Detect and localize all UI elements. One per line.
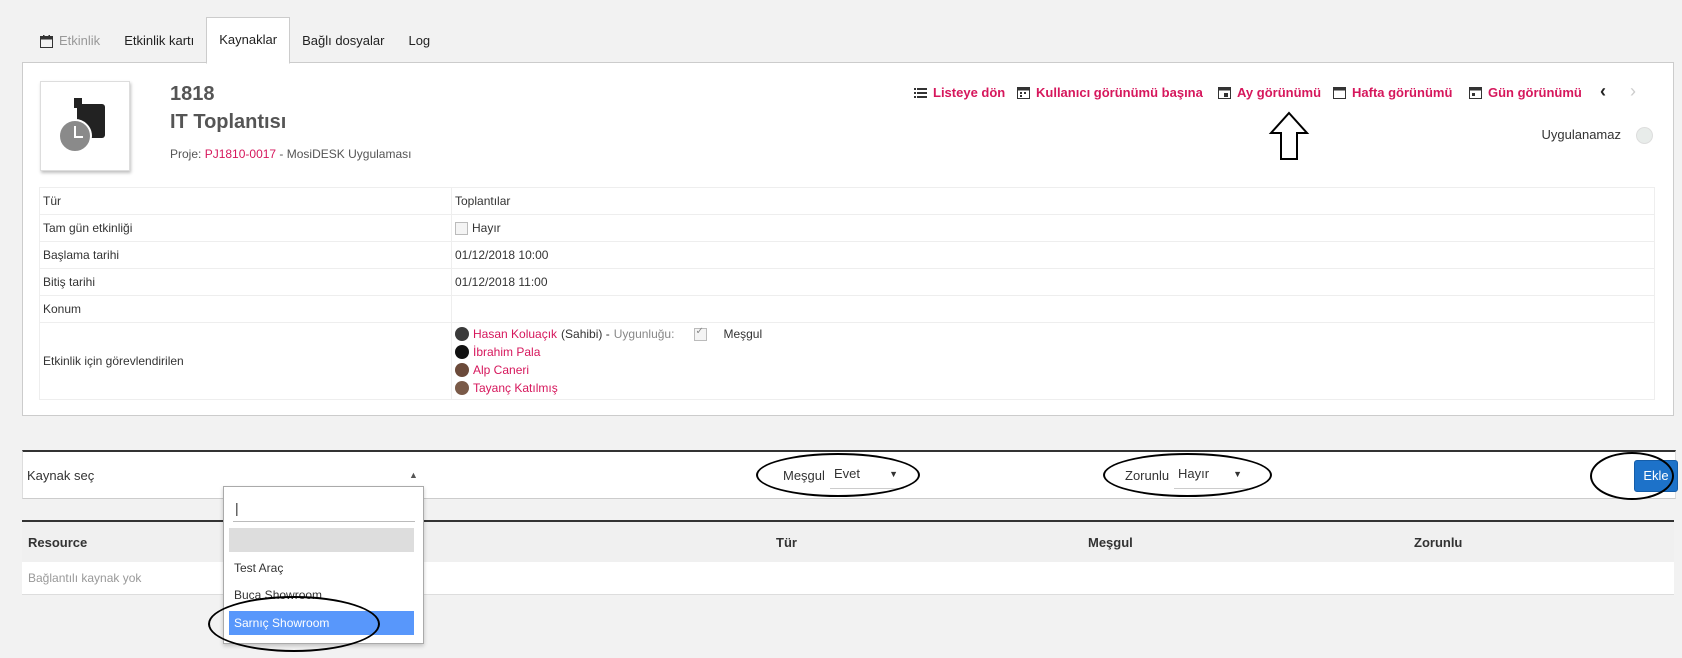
assignee-link[interactable]: Alp Caneri <box>473 363 529 377</box>
empty-message: Bağlantılı kaynak yok <box>28 571 142 585</box>
avatar <box>455 381 469 395</box>
list-view-label: Listeye dön <box>933 85 1006 100</box>
allday-value: Hayır <box>472 220 501 235</box>
start-label: Başlama tarihi <box>39 241 452 269</box>
busy-checkbox <box>694 326 708 341</box>
type-label: Tür <box>39 187 452 215</box>
week-view-button[interactable]: Hafta görünümü <box>1333 85 1452 100</box>
month-view-button[interactable]: Ay görünümü <box>1218 85 1321 100</box>
allday-cell: Hayır <box>451 214 1655 242</box>
calendar-icon <box>1469 87 1482 99</box>
busy-select[interactable]: Evet ▼ <box>830 460 904 489</box>
project-name: MosiDESK Uygulaması <box>286 147 412 161</box>
detail-row-location: Konum <box>39 295 1655 323</box>
tab-kaynaklar[interactable]: Kaynaklar <box>206 17 291 64</box>
start-value: 01/12/2018 10:00 <box>451 241 1655 269</box>
avatar <box>455 363 469 377</box>
owner-suffix: (Sahibi) - <box>561 327 610 341</box>
column-header: Zorunlu <box>1414 535 1463 550</box>
assignee-item: Tayanç Katılmış <box>455 379 1651 397</box>
next-arrow-icon[interactable]: › <box>1630 81 1636 102</box>
dropdown-arrow-icon: ▼ <box>1233 469 1242 479</box>
status-label: Uygulanamaz <box>1541 127 1622 142</box>
record-title: IT Toplantısı <box>170 111 287 133</box>
column-header: Meşgul <box>1088 535 1133 550</box>
assignee-item: İbrahim Pala <box>455 343 1651 361</box>
list-icon <box>914 87 927 98</box>
avatar <box>455 345 469 359</box>
allday-label: Tam gün etkinliği <box>39 214 452 242</box>
resource-dropdown: | Test Araç Buca Showroom Sarnıç Showroo… <box>223 486 424 644</box>
assignee-link[interactable]: Hasan Koluaçık <box>473 327 557 341</box>
record-number: 1818 <box>170 83 215 105</box>
type-value: Toplantılar <box>451 187 1655 215</box>
user-view-label: Kullanıcı görünümü başına <box>1036 85 1203 100</box>
allday-checkbox <box>455 222 468 236</box>
tab-etkinlik[interactable]: Etkinlik <box>22 19 112 63</box>
resource-select[interactable]: Kaynak seç <box>27 468 94 483</box>
tab-log[interactable]: Log <box>396 19 442 63</box>
day-view-button[interactable]: Gün görünümü <box>1469 85 1582 100</box>
mandatory-select-value: Hayır <box>1178 466 1210 481</box>
calendar-icon <box>40 34 53 48</box>
detail-row-start: Başlama tarihi 01/12/2018 10:00 <box>39 241 1655 269</box>
status-indicator <box>1636 127 1653 144</box>
day-view-label: Gün görünümü <box>1488 85 1582 100</box>
assignees-cell: Hasan Koluaçık (Sahibi) - Uygunluğu: Meş… <box>451 322 1655 400</box>
avatar <box>455 327 469 341</box>
week-view-label: Hafta görünümü <box>1352 85 1453 100</box>
dropdown-search-input[interactable]: | <box>233 495 415 522</box>
event-type-icon <box>40 81 130 171</box>
tab-bagli-dosyalar[interactable]: Bağlı dosyalar <box>290 19 396 63</box>
project-label: Proje: <box>170 147 202 161</box>
caret-up-icon[interactable]: ▲ <box>409 470 418 480</box>
month-view-label: Ay görünümü <box>1237 85 1322 100</box>
assignees-label: Etkinlik için görevlendirilen <box>39 322 452 400</box>
calendar-icon <box>1218 87 1231 99</box>
busy-text: Meşgul <box>723 327 763 341</box>
dropdown-arrow-icon: ▼ <box>889 469 898 479</box>
detail-row-type: Tür Toplantılar <box>39 187 1655 215</box>
location-value <box>451 295 1655 323</box>
location-label: Konum <box>39 295 452 323</box>
assignee-item: Alp Caneri <box>455 361 1651 379</box>
project-line: Proje: PJ1810-0017 - MosiDESK Uygulaması <box>170 147 411 161</box>
availability-label: Uygunluğu: <box>613 327 675 341</box>
mandatory-label: Zorunlu <box>1125 468 1170 483</box>
tab-bar: Etkinlik Etkinlik kartı Kaynaklar Bağlı … <box>22 16 442 64</box>
event-panel: 1818 IT Toplantısı Proje: PJ1810-0017 - … <box>22 62 1674 416</box>
calendar-icon <box>1333 87 1346 99</box>
dropdown-option[interactable]: Buca Showroom <box>229 583 414 607</box>
assignee-link[interactable]: Tayanç Katılmış <box>473 381 558 395</box>
project-ref-link[interactable]: PJ1810-0017 <box>205 147 276 161</box>
add-resource-button[interactable]: Ekle <box>1634 460 1678 492</box>
column-header: Tür <box>776 535 797 550</box>
project-separator: - <box>276 147 287 161</box>
detail-row-end: Bitiş tarihi 01/12/2018 11:00 <box>39 268 1655 296</box>
busy-label: Meşgul <box>783 468 825 483</box>
end-value: 01/12/2018 11:00 <box>451 268 1655 296</box>
tab-label: Etkinlik <box>59 33 101 48</box>
annotation-up-arrow <box>1268 111 1310 160</box>
detail-row-assignees: Etkinlik için görevlendirilen Hasan Kolu… <box>39 322 1655 400</box>
dropdown-option[interactable] <box>229 528 414 552</box>
dropdown-option[interactable]: Test Araç <box>229 556 414 580</box>
detail-row-allday: Tam gün etkinliği Hayır <box>39 214 1655 242</box>
mandatory-select[interactable]: Hayır ▼ <box>1174 460 1248 489</box>
dropdown-option-selected[interactable]: Sarnıç Showroom <box>229 611 414 635</box>
calendar-icon <box>1017 87 1030 99</box>
busy-select-value: Evet <box>834 466 861 481</box>
event-details-table: Tür Toplantılar Tam gün etkinliği Hayır … <box>39 187 1655 400</box>
end-label: Bitiş tarihi <box>39 268 452 296</box>
assignee-item: Hasan Koluaçık (Sahibi) - Uygunluğu: Meş… <box>455 325 1651 343</box>
list-view-button[interactable]: Listeye dön <box>914 85 1005 100</box>
column-header: Resource <box>28 535 88 550</box>
user-view-button[interactable]: Kullanıcı görünümü başına <box>1017 85 1203 100</box>
tab-etkinlik-karti[interactable]: Etkinlik kartı <box>112 19 206 63</box>
prev-arrow-icon[interactable]: ‹ <box>1600 81 1606 102</box>
assignee-link[interactable]: İbrahim Pala <box>473 345 540 359</box>
